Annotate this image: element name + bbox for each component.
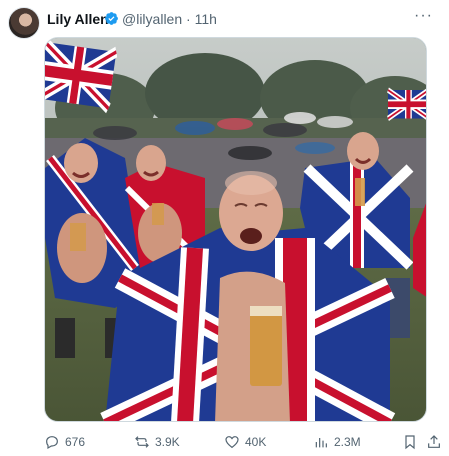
post-time[interactable]: 11h	[195, 11, 217, 27]
like-count: 40K	[245, 435, 267, 449]
view-count: 2.3M	[334, 435, 361, 449]
verified-badge-icon	[105, 12, 118, 25]
share-button[interactable]	[426, 432, 442, 452]
reply-button[interactable]: 676	[44, 432, 85, 452]
repost-count: 3.9K	[155, 435, 180, 449]
separator: ·	[186, 11, 191, 27]
bookmark-button[interactable]	[402, 432, 418, 452]
avatar[interactable]	[8, 7, 40, 39]
reply-icon	[46, 436, 58, 450]
bookmark-icon	[405, 435, 415, 450]
post-header: Lily Allen @lilyallen · 11h ···	[8, 7, 441, 41]
reply-count: 676	[65, 435, 86, 449]
views-button[interactable]: 2.3M	[313, 432, 361, 452]
like-button[interactable]: 40K	[224, 432, 266, 452]
share-icon	[428, 435, 440, 448]
author-name[interactable]: Lily Allen	[47, 11, 109, 27]
crying-fans-photo	[45, 38, 426, 421]
author-handle[interactable]: @lilyallen	[122, 11, 182, 27]
repost-icon	[135, 436, 149, 448]
more-options-icon[interactable]: ···	[414, 7, 433, 25]
repost-button[interactable]: 3.9K	[134, 432, 180, 452]
action-bar: 676 3.9K 40K 2.3M	[44, 432, 440, 452]
analytics-icon	[315, 438, 327, 448]
post-image[interactable]	[44, 37, 427, 422]
author-handle-and-time[interactable]: @lilyallen · 11h	[122, 11, 217, 27]
heart-icon	[225, 436, 239, 449]
